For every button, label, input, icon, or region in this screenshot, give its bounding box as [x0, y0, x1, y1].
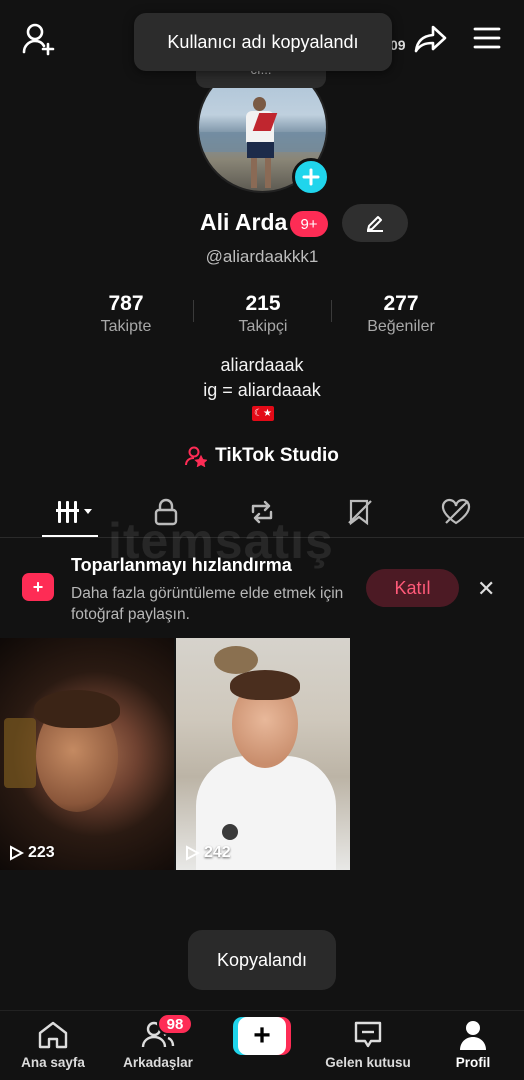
stat-value: 277 [383, 292, 419, 315]
stat-value: 787 [108, 292, 144, 315]
tab-videos[interactable] [50, 496, 98, 528]
username-copied-toast: Kullanıcı adı kopyalandı [134, 13, 392, 71]
play-icon [10, 845, 24, 861]
edit-profile-button[interactable] [342, 204, 408, 242]
video-thumbnail[interactable]: 242 [176, 638, 350, 870]
top-count: 09 [390, 37, 406, 53]
nav-label: Arkadaşlar [123, 1055, 193, 1070]
view-count-value: 242 [204, 844, 231, 861]
stat-likes[interactable]: 277 Beğeniler [341, 292, 461, 336]
bio-line-2: ig = aliardaaak [203, 380, 321, 400]
stat-label: Takipte [100, 318, 152, 335]
close-icon[interactable]: ✕ [477, 576, 495, 602]
bio-line-1: aliardaaak [220, 355, 304, 375]
stat-followers[interactable]: 215 Takipçi [203, 292, 323, 336]
stat-label: Takipçi [238, 318, 288, 335]
video-thumbnail[interactable]: 223 [0, 638, 174, 870]
join-button[interactable]: Katıl [366, 569, 459, 607]
promo-title: Toparlanmayı hızlandırma [71, 555, 292, 575]
nav-profile[interactable]: Profil [423, 1019, 523, 1070]
divider [193, 300, 194, 322]
profile-icon [460, 1021, 486, 1050]
add-friend-icon[interactable] [22, 22, 56, 61]
home-icon [38, 1021, 68, 1049]
stat-label: Beğeniler [367, 318, 435, 335]
plus-icon: + [238, 1017, 286, 1055]
tiktok-studio-link[interactable]: TikTok Studio [0, 445, 524, 467]
inbox-icon [354, 1021, 382, 1048]
nav-label: Ana sayfa [21, 1055, 85, 1070]
turkey-flag-icon: ☾★ [252, 406, 274, 421]
profile-name: Ali Arda [200, 209, 288, 235]
menu-icon[interactable] [473, 27, 501, 54]
tab-saved[interactable] [340, 496, 380, 528]
grid-icon [56, 501, 92, 523]
stat-following[interactable]: 787 Takipte [66, 292, 186, 336]
divider [331, 300, 332, 322]
studio-label: TikTok Studio [215, 445, 339, 466]
view-count-value: 223 [28, 844, 55, 861]
user-star-icon [185, 446, 208, 467]
view-count: 242 [184, 844, 231, 862]
pencil-icon [367, 216, 383, 232]
copied-toast: Kopyalandı [188, 930, 336, 990]
notification-badge[interactable]: 9+ [290, 211, 328, 237]
profile-handle[interactable]: @aliardaakkk1 [0, 247, 524, 267]
nav-home[interactable]: Ana sayfa [3, 1019, 103, 1070]
active-tab-indicator [42, 535, 98, 537]
nav-inbox[interactable]: Gelen kutusu [318, 1019, 418, 1070]
stat-value: 215 [245, 292, 281, 315]
promo-banner: + Toparlanmayı hızlandırma Daha fazla gö… [0, 540, 524, 636]
share-icon[interactable] [414, 24, 448, 59]
friends-badge: 98 [157, 1013, 193, 1035]
tab-liked[interactable] [436, 496, 476, 528]
hidden-bookmark-icon [348, 499, 372, 526]
hidden-heart-icon [441, 498, 471, 525]
create-button[interactable]: + [233, 1017, 291, 1055]
view-count: 223 [8, 844, 55, 862]
nav-label: Profil [455, 1055, 491, 1070]
promo-text: Daha fazla görüntüleme elde etmek için f… [71, 585, 344, 623]
add-story-button[interactable] [292, 158, 330, 196]
nav-label: Gelen kutusu [325, 1055, 411, 1070]
photo-plus-icon: + [22, 573, 54, 601]
play-icon [186, 845, 200, 861]
